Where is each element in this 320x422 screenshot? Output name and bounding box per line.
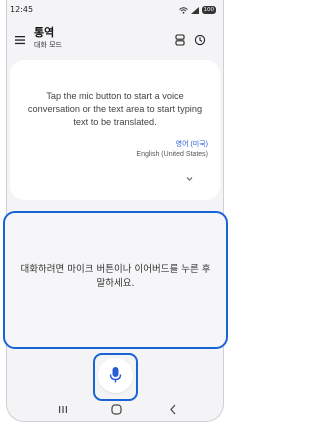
- history-icon[interactable]: [194, 34, 206, 46]
- layout-icon[interactable]: [174, 34, 186, 46]
- status-bar: 12:45 100: [6, 4, 218, 18]
- title-block: 통역 대화 모드: [34, 26, 62, 50]
- app-header: 통역 대화 모드: [6, 24, 218, 56]
- status-icons: 100: [178, 6, 216, 14]
- back-icon[interactable]: [169, 404, 177, 415]
- home-icon[interactable]: [111, 404, 122, 415]
- target-text-area[interactable]: 대화하려면 마이크 버튼이나 이어버드를 누른 후 말하세요.: [3, 211, 228, 349]
- system-nav-bar: [6, 402, 224, 418]
- menu-icon[interactable]: [14, 34, 26, 46]
- target-prompt-text: 대화하려면 마이크 버튼이나 이어버드를 누른 후 말하세요.: [20, 264, 211, 289]
- language-selected-label: 영어 (미국): [175, 141, 208, 148]
- mic-button[interactable]: [98, 358, 133, 393]
- battery-badge: 100: [201, 6, 216, 14]
- status-time: 12:45: [10, 5, 34, 14]
- mic-icon: [109, 367, 122, 383]
- page-subtitle: 대화 모드: [34, 41, 62, 49]
- chevron-down-icon[interactable]: [186, 176, 193, 182]
- page-title: 통역: [34, 26, 55, 39]
- source-prompt-text: Tap the mic button to start a voice conv…: [27, 91, 203, 127]
- recents-icon[interactable]: [58, 405, 68, 414]
- signal-icon: [190, 6, 199, 14]
- wifi-icon: [178, 6, 188, 14]
- language-selector[interactable]: 영어 (미국) English (United States): [136, 140, 208, 160]
- language-name-label: English (United States): [136, 151, 208, 158]
